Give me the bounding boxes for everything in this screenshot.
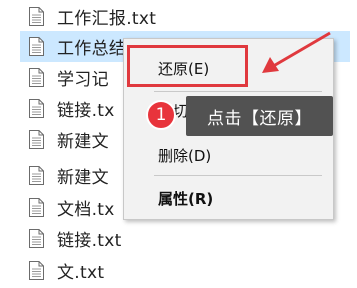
tooltip-text: 点击【还原】 <box>207 108 312 129</box>
pointer-arrow-icon <box>262 31 331 73</box>
instruction-tooltip: 点击【还原】 <box>186 96 333 136</box>
step-number: 1 <box>155 105 167 125</box>
step-badge: 1 <box>146 100 176 130</box>
